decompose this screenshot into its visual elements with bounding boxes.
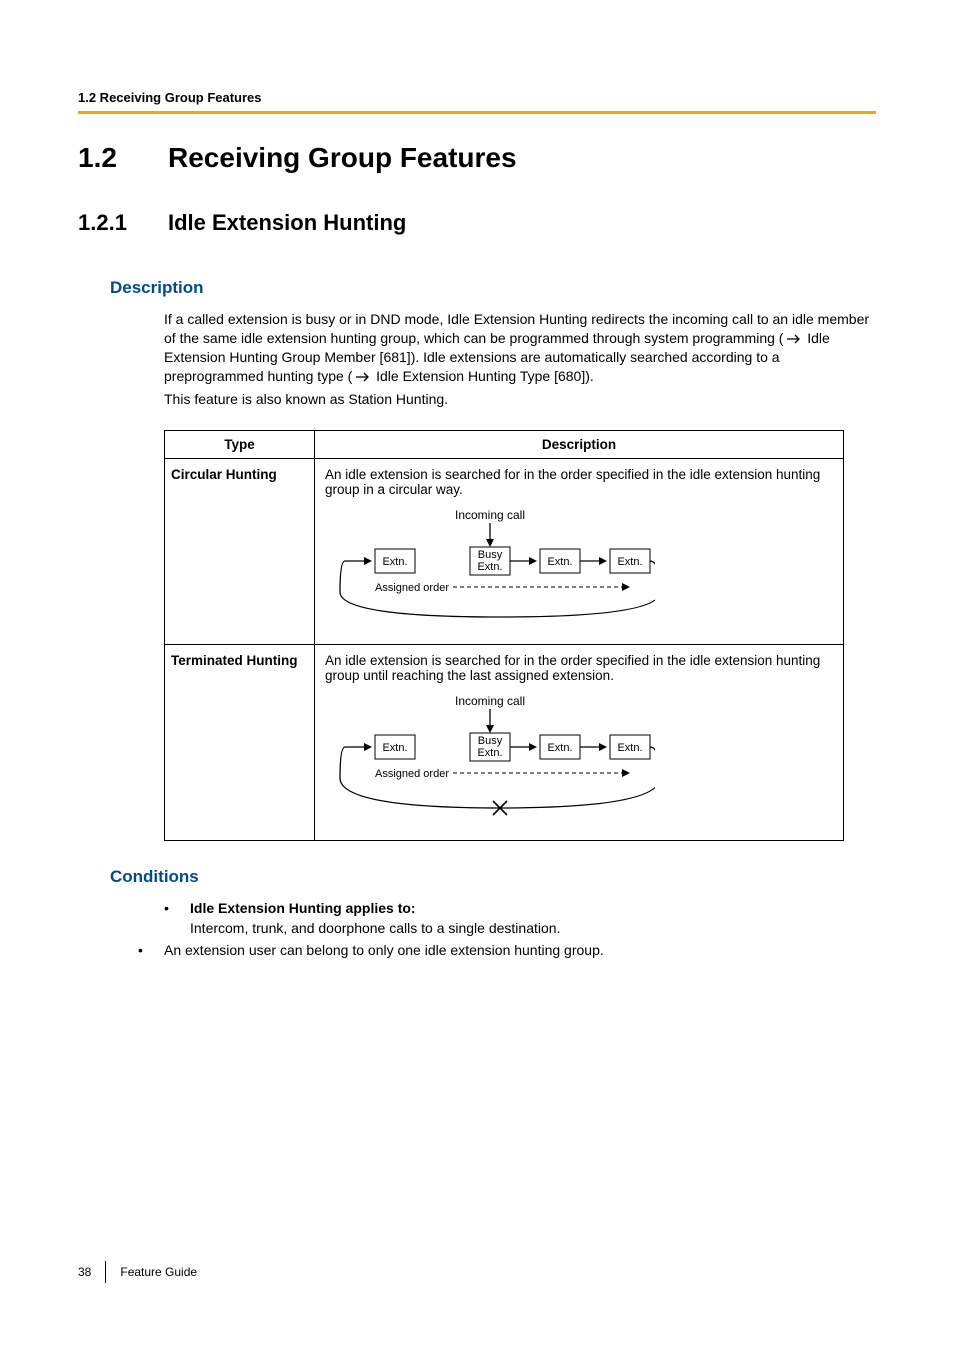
list-item: • Idle Extension Hunting applies to: Int…	[164, 899, 876, 938]
arrow-right-icon	[356, 372, 372, 382]
cell-desc-circular: An idle extension is searched for in the…	[315, 459, 844, 645]
svg-text:Extn.: Extn.	[547, 742, 572, 754]
bullet-icon: •	[164, 899, 190, 938]
section-h1: 1.2Receiving Group Features	[78, 142, 876, 174]
svg-text:Assigned order: Assigned order	[375, 768, 449, 780]
h2-title: Idle Extension Hunting	[168, 210, 406, 235]
th-description: Description	[315, 431, 844, 459]
page-footer: 38 Feature Guide	[78, 1261, 197, 1283]
svg-text:Incoming call: Incoming call	[455, 694, 525, 708]
cond-b2: An extension user can belong to only one…	[164, 941, 604, 961]
arrow-right-icon	[787, 334, 803, 344]
svg-text:Extn.: Extn.	[477, 561, 502, 573]
list-item: • An extension user can belong to only o…	[138, 941, 876, 961]
cell-type-terminated: Terminated Hunting	[165, 645, 315, 841]
description-heading: Description	[110, 278, 876, 298]
description-paragraph-2: This feature is also known as Station Hu…	[164, 390, 876, 409]
hunting-table: Type Description Circular Hunting An idl…	[164, 430, 844, 841]
cell-type-circular: Circular Hunting	[165, 459, 315, 645]
page-number: 38	[78, 1265, 91, 1279]
circular-diagram: Incoming call Extn. Busy Extn.	[325, 507, 833, 630]
footer-divider	[105, 1261, 106, 1283]
diagram-incoming-label: Incoming call	[455, 508, 525, 522]
svg-text:Busy: Busy	[478, 549, 503, 561]
bullet-icon: •	[138, 941, 164, 961]
cell-desc-terminated: An idle extension is searched for in the…	[315, 645, 844, 841]
section-h2: 1.2.1Idle Extension Hunting	[78, 210, 876, 236]
header-rule	[78, 111, 876, 114]
h1-number: 1.2	[78, 142, 168, 174]
h1-title: Receiving Group Features	[168, 142, 517, 173]
conditions-list: • Idle Extension Hunting applies to: Int…	[164, 899, 876, 960]
svg-text:Extn.: Extn.	[617, 556, 642, 568]
svg-text:Assigned order: Assigned order	[375, 582, 449, 594]
th-type: Type	[165, 431, 315, 459]
circular-desc-text: An idle extension is searched for in the…	[325, 467, 820, 497]
desc-p1c: Idle Extension Hunting Type [680]).	[376, 368, 594, 384]
table-row: Circular Hunting An idle extension is se…	[165, 459, 844, 645]
svg-text:Extn.: Extn.	[382, 742, 407, 754]
svg-text:Extn.: Extn.	[617, 742, 642, 754]
desc-p1a: If a called extension is busy or in DND …	[164, 311, 869, 346]
svg-text:Busy: Busy	[478, 735, 503, 747]
cond-b1-lead: Idle Extension Hunting applies to:	[190, 899, 560, 919]
cond-b1-body: Intercom, trunk, and doorphone calls to …	[190, 919, 560, 939]
terminated-diagram: Incoming call Extn. Busy Extn.	[325, 693, 833, 826]
svg-text:Extn.: Extn.	[477, 747, 502, 759]
header-breadcrumb: 1.2 Receiving Group Features	[78, 90, 876, 105]
h2-number: 1.2.1	[78, 210, 168, 236]
conditions-heading: Conditions	[110, 867, 876, 887]
svg-text:Extn.: Extn.	[547, 556, 572, 568]
terminated-desc-text: An idle extension is searched for in the…	[325, 653, 820, 683]
footer-label: Feature Guide	[120, 1265, 197, 1279]
table-row: Terminated Hunting An idle extension is …	[165, 645, 844, 841]
description-paragraph-1: If a called extension is busy or in DND …	[164, 310, 876, 386]
svg-text:Extn.: Extn.	[382, 556, 407, 568]
